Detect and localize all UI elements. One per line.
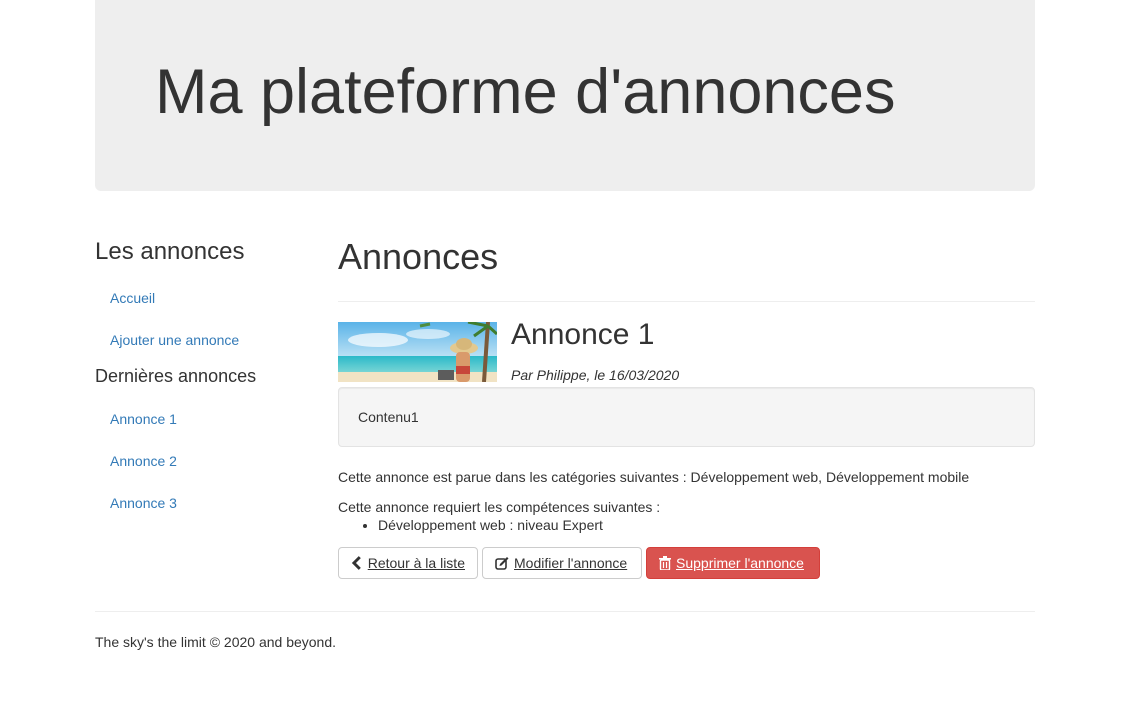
advert-content: Contenu1: [358, 409, 419, 425]
advert-title: Annonce 1: [511, 318, 655, 351]
trash-icon: [659, 556, 671, 570]
delete-advert-label: Supprimer l'annonce: [676, 555, 804, 571]
skills-list: Développement web : niveau Expert: [338, 517, 660, 533]
edit-advert-button[interactable]: Modifier l'annonce: [482, 547, 642, 579]
advert-content-box: Contenu1: [338, 387, 1035, 447]
sidebar-title-adverts: Les annonces: [95, 238, 245, 265]
edit-icon: [495, 557, 509, 570]
back-to-list-label: Retour à la liste: [367, 555, 465, 571]
delete-advert-button[interactable]: Supprimer l'annonce: [646, 547, 820, 579]
skill-item: Développement web : niveau Expert: [378, 517, 660, 533]
advert-meta: Par Philippe, le 16/03/2020: [511, 367, 680, 383]
advert-skills: Cette annonce requiert les compétences s…: [338, 499, 660, 533]
advert-image: [338, 322, 497, 382]
footer-text: The sky's the limit © 2020 and beyond.: [95, 634, 337, 650]
sidebar-link-advert-2[interactable]: Annonce 2: [110, 453, 177, 469]
sidebar-link-home[interactable]: Accueil: [110, 290, 155, 306]
divider: [338, 301, 1035, 302]
skills-intro: Cette annonce requiert les compétences s…: [338, 499, 661, 515]
sidebar-link-add-advert[interactable]: Ajouter une annonce: [110, 332, 239, 348]
jumbotron: Ma plateforme d'annonces: [95, 0, 1035, 191]
chevron-left-icon: [351, 556, 361, 570]
footer-divider: [95, 611, 1035, 612]
page-title: Annonces: [338, 236, 499, 277]
site-title: Ma plateforme d'annonces: [155, 57, 896, 127]
advert-categories: Cette annonce est parue dans les catégor…: [338, 469, 970, 485]
sidebar-title-latest: Dernières annonces: [95, 366, 257, 386]
edit-advert-label: Modifier l'annonce: [514, 555, 628, 571]
back-to-list-button[interactable]: Retour à la liste: [338, 547, 478, 579]
sidebar-link-advert-1[interactable]: Annonce 1: [110, 411, 177, 427]
sidebar-link-advert-3[interactable]: Annonce 3: [110, 495, 177, 511]
